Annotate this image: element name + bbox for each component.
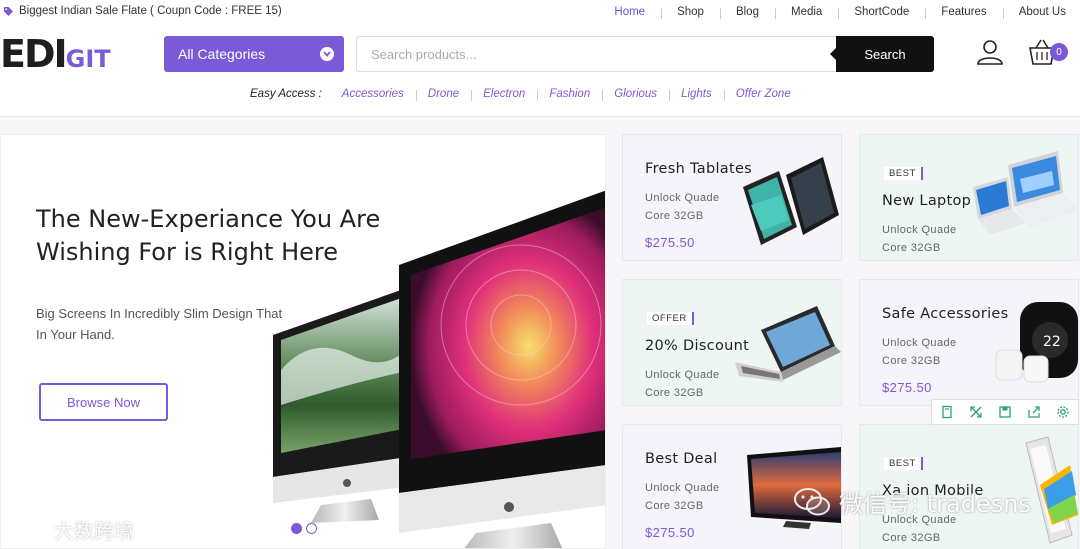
user-account-icon[interactable] <box>976 38 1004 66</box>
watermark-right: 微信号: tradesns <box>793 484 1031 519</box>
top-nav: Home Shop Blog Media ShortCode Features … <box>598 6 1066 19</box>
hero-subtitle: Big Screens In Incredibly Slim Design Th… <box>36 306 283 342</box>
watermark-right-text: 微信号: tradesns <box>839 490 1031 518</box>
settings-icon[interactable] <box>1056 405 1070 419</box>
slider-dots <box>291 523 317 534</box>
expand-icon[interactable] <box>969 405 983 419</box>
cart-count-badge: 0 <box>1050 43 1068 61</box>
tablet-image <box>743 157 839 245</box>
product-desc: Unlock Quade Core 32GB <box>645 482 720 512</box>
browse-now-button[interactable]: Browse Now <box>39 383 168 421</box>
promo-banner: Biggest Indian Sale Flate ( Coupn Code :… <box>4 5 282 17</box>
thermostat-image: 22 <box>995 302 1078 383</box>
badge-offer: OFFER <box>647 312 694 325</box>
product-card-new-laptop[interactable]: BEST New Laptop Unlock Quade Core 32GB <box>859 134 1079 261</box>
easy-link-lights[interactable]: Lights <box>669 88 724 101</box>
nav-media[interactable]: Media <box>774 6 838 19</box>
badge-best: BEST <box>884 167 923 180</box>
promo-text: Biggest Indian Sale Flate ( Coupn Code :… <box>19 5 282 17</box>
categories-label: All Categories <box>178 46 266 62</box>
easy-link-electron[interactable]: Electron <box>471 88 537 101</box>
logo-text: EDIGIT <box>0 34 111 79</box>
nav-shortcode[interactable]: ShortCode <box>838 6 925 19</box>
nav-home[interactable]: Home <box>598 6 661 18</box>
logo-accent: GIT <box>65 45 111 73</box>
search-input[interactable] <box>357 37 837 71</box>
watermark-logo-icon <box>10 522 44 538</box>
nav-blog[interactable]: Blog <box>719 6 775 19</box>
product-name[interactable]: New Laptop <box>882 193 971 209</box>
save-icon[interactable] <box>998 405 1012 419</box>
product-card-fresh-tablates[interactable]: Fresh Tablates Unlock Quade Core 32GB $2… <box>622 134 842 261</box>
keyboard-tablet-image <box>735 306 841 382</box>
watermark-left-text: 大数跨境 <box>54 519 134 543</box>
search-bar: Search <box>356 36 934 72</box>
easy-link-offer-zone[interactable]: Offer Zone <box>723 88 803 101</box>
easy-link-accessories[interactable]: Accessories <box>330 88 416 100</box>
easy-link-glorious[interactable]: Glorious <box>602 88 669 101</box>
badge-best: BEST <box>884 457 923 470</box>
product-price: $275.50 <box>882 380 932 395</box>
share-icon[interactable] <box>1027 405 1041 419</box>
site-logo[interactable]: EDIGIT <box>0 34 135 74</box>
product-desc: Unlock Quade Core 32GB <box>882 224 957 254</box>
nav-about-us[interactable]: About Us <box>1002 6 1066 19</box>
top-bar: Biggest Indian Sale Flate ( Coupn Code :… <box>0 0 1080 26</box>
watermark-left: 大数跨境 <box>8 515 134 544</box>
product-card-20-discount[interactable]: OFFER 20% Discount Unlock Quade Core 32G… <box>622 279 842 406</box>
floating-toolbar <box>931 399 1079 425</box>
logo-main: EDI <box>0 32 68 76</box>
laptop-image <box>973 151 1078 235</box>
product-price: $275.50 <box>645 525 695 540</box>
bookmark-icon[interactable] <box>940 405 954 419</box>
product-name[interactable]: Best Deal <box>645 451 717 467</box>
svg-text:22: 22 <box>1043 334 1061 350</box>
product-desc: Unlock Quade Core 32GB <box>645 369 720 399</box>
slider-dot-1[interactable] <box>291 523 302 534</box>
nav-shop[interactable]: Shop <box>661 6 720 19</box>
easy-link-drone[interactable]: Drone <box>415 88 471 101</box>
slider-dot-2[interactable] <box>306 523 317 534</box>
product-desc: Unlock Quade Core 32GB <box>882 337 957 367</box>
hero-slider: The New-Experiance You Are Wishing For i… <box>0 134 606 549</box>
tag-icon <box>4 6 13 16</box>
product-desc: Unlock Quade Core 32GB <box>645 192 720 222</box>
nav-features[interactable]: Features <box>925 6 1002 19</box>
all-categories-dropdown[interactable]: All Categories <box>164 36 344 72</box>
search-button[interactable]: Search <box>830 36 934 72</box>
easy-access-bar: Easy Access : Accessories Drone Electron… <box>250 88 803 101</box>
product-card-safe-accessories[interactable]: Safe Accessories Unlock Quade Core 32GB … <box>859 279 1079 406</box>
chevron-down-icon <box>320 47 334 61</box>
wechat-icon <box>794 487 830 515</box>
product-price: $275.50 <box>645 235 695 250</box>
easy-access-label: Easy Access : <box>250 88 322 100</box>
easy-link-fashion[interactable]: Fashion <box>537 88 602 101</box>
imac-image <box>273 190 605 548</box>
